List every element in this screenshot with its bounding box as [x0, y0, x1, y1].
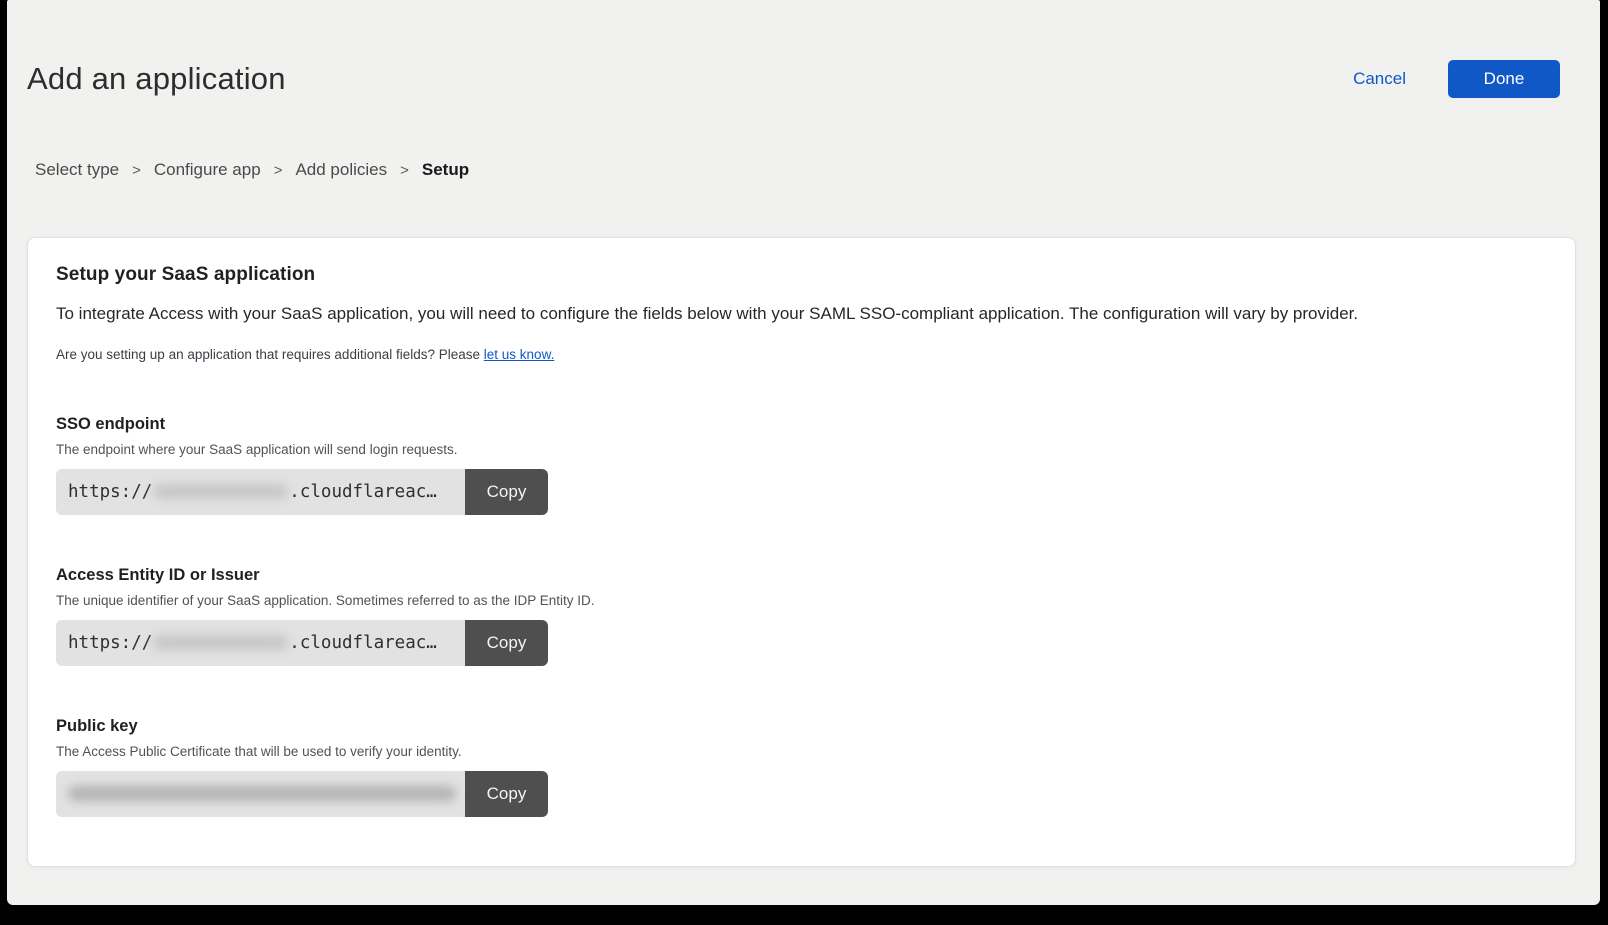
sso-endpoint-section: SSO endpoint The endpoint where your Saa…: [56, 415, 1539, 515]
access-entity-id-copy-button[interactable]: Copy: [465, 620, 548, 666]
setup-saas-card: Setup your SaaS application To integrate…: [27, 237, 1576, 867]
access-entity-id-field-row: https:// .cloudflareac… Copy: [56, 620, 548, 666]
screenshot-frame: Add an application Cancel Done Select ty…: [0, 0, 1608, 925]
add-application-page: Add an application Cancel Done Select ty…: [7, 0, 1600, 905]
public-key-label: Public key: [56, 717, 1539, 736]
sso-endpoint-value-suffix: .cloudflareac…: [289, 482, 437, 502]
page-header: Add an application Cancel Done: [7, 0, 1600, 98]
breadcrumb: Select type > Configure app > Add polici…: [7, 160, 1600, 180]
breadcrumb-step-select-type[interactable]: Select type: [35, 160, 119, 180]
sso-endpoint-value[interactable]: https:// .cloudflareac…: [56, 469, 465, 515]
breadcrumb-separator: >: [400, 162, 409, 179]
access-entity-id-value-prefix: https://: [68, 633, 152, 653]
public-key-copy-button[interactable]: Copy: [465, 771, 548, 817]
redacted-public-key: [68, 786, 456, 801]
public-key-field-row: Copy: [56, 771, 548, 817]
public-key-section: Public key The Access Public Certificate…: [56, 717, 1539, 817]
let-us-know-link[interactable]: let us know.: [484, 347, 555, 362]
public-key-description: The Access Public Certificate that will …: [56, 744, 1539, 759]
access-entity-id-description: The unique identifier of your SaaS appli…: [56, 593, 1539, 608]
cancel-button[interactable]: Cancel: [1353, 69, 1406, 89]
done-button[interactable]: Done: [1448, 60, 1560, 98]
access-entity-id-value[interactable]: https:// .cloudflareac…: [56, 620, 465, 666]
breadcrumb-separator: >: [132, 162, 141, 179]
note-text: Are you setting up an application that r…: [56, 347, 484, 362]
access-entity-id-value-suffix: .cloudflareac…: [289, 633, 437, 653]
card-intro-text: To integrate Access with your SaaS appli…: [56, 303, 1539, 326]
sso-endpoint-value-prefix: https://: [68, 482, 152, 502]
header-actions: Cancel Done: [1353, 60, 1560, 98]
additional-fields-note: Are you setting up an application that r…: [56, 347, 1539, 362]
sso-endpoint-copy-button[interactable]: Copy: [465, 469, 548, 515]
breadcrumb-separator: >: [274, 162, 283, 179]
breadcrumb-step-add-policies[interactable]: Add policies: [295, 160, 387, 180]
access-entity-id-label: Access Entity ID or Issuer: [56, 566, 1539, 585]
sso-endpoint-field-row: https:// .cloudflareac… Copy: [56, 469, 548, 515]
redacted-team-name: [153, 635, 288, 650]
redacted-team-name: [153, 484, 288, 499]
sso-endpoint-description: The endpoint where your SaaS application…: [56, 442, 1539, 457]
card-heading: Setup your SaaS application: [56, 264, 1539, 286]
sso-endpoint-label: SSO endpoint: [56, 415, 1539, 434]
breadcrumb-step-configure-app[interactable]: Configure app: [154, 160, 261, 180]
page-title: Add an application: [27, 61, 286, 97]
breadcrumb-step-setup-active: Setup: [422, 160, 469, 180]
access-entity-id-section: Access Entity ID or Issuer The unique id…: [56, 566, 1539, 666]
public-key-value[interactable]: [56, 771, 465, 817]
